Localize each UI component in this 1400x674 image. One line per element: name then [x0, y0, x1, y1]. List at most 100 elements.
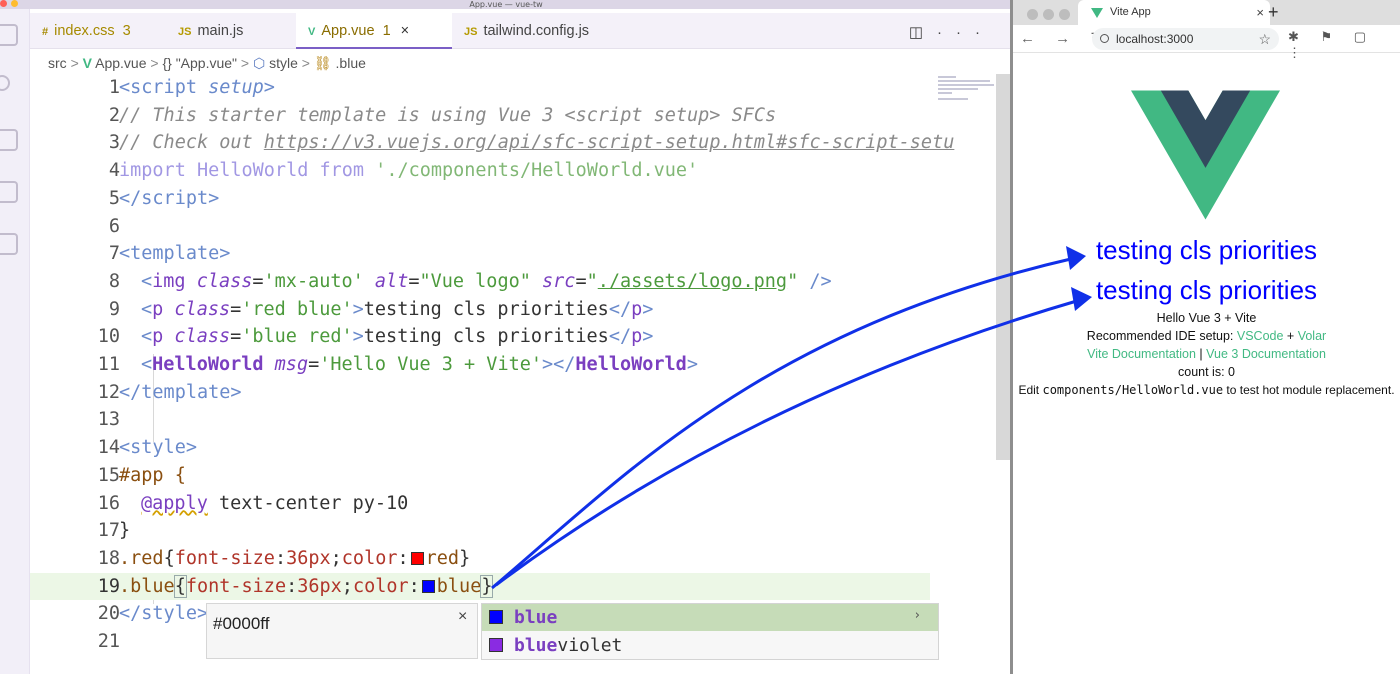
- line-number: 20: [97, 603, 120, 625]
- line-number: 7: [108, 243, 120, 265]
- color-swatch-icon: [489, 610, 503, 624]
- tab-tailwind-config[interactable]: JS tailwind.config.js: [452, 13, 618, 49]
- breadcrumb-src[interactable]: src: [48, 55, 67, 71]
- code-line[interactable]: 11 <HelloWorld msg='Hello Vue 3 + Vite'><…: [30, 351, 930, 379]
- code-line[interactable]: 12 </template>: [30, 379, 930, 407]
- breadcrumb-style[interactable]: style: [269, 55, 298, 71]
- line-number: 13: [97, 409, 120, 431]
- line-number: 17: [97, 520, 120, 542]
- line-number: 16: [97, 492, 120, 514]
- browser-tabstrip: Vite App × +: [1013, 0, 1400, 25]
- chevron-right-icon: >: [240, 55, 250, 71]
- line-number: 2: [108, 104, 120, 126]
- traffic-lights[interactable]: [0, 0, 22, 9]
- line-number: 12: [97, 381, 120, 403]
- color-swatch-blue[interactable]: [421, 579, 435, 593]
- vue-docs-link[interactable]: Vue 3 Documentation: [1206, 347, 1326, 361]
- close-icon[interactable]: ×: [458, 608, 467, 626]
- more-actions-icon[interactable]: ···: [937, 24, 994, 41]
- count-button[interactable]: count is: 0: [1013, 363, 1400, 381]
- vscode-link[interactable]: VSCode: [1237, 329, 1284, 343]
- code-line[interactable]: 7 <template>: [30, 240, 930, 268]
- editor-tabs: # index.css 3 JS main.js V App.vue 1 × JS tailw…: [30, 13, 1012, 49]
- line-number: 15: [97, 464, 120, 486]
- browser-toolbar: ← → ↻ localhost:3000 ☆ ✱ ⚑ ▢ ⋮: [1013, 25, 1400, 60]
- extensions-icon[interactable]: [0, 233, 18, 255]
- tab-label: tailwind.config.js: [483, 23, 590, 39]
- ide-setup-text: Recommended IDE setup: VSCode + Volar: [1086, 329, 1327, 343]
- cube-icon: ⬡: [252, 55, 266, 71]
- bookmark-star-icon[interactable]: ☆: [1258, 28, 1271, 50]
- color-swatch-icon: [489, 638, 503, 652]
- run-debug-icon[interactable]: [0, 181, 18, 203]
- code-line[interactable]: 3// Check out https://v3.vuejs.org/api/s…: [30, 129, 955, 157]
- extension-icons[interactable]: ✱ ⚑ ▢ ⋮: [1288, 29, 1400, 61]
- problem-count: 1: [382, 23, 391, 39]
- vite-docs-link[interactable]: Vite Documentation: [1087, 347, 1196, 361]
- tab-label: App.vue: [321, 23, 375, 39]
- traffic-lights[interactable]: [1027, 7, 1075, 25]
- chevron-right-icon[interactable]: ›: [915, 602, 920, 629]
- edit-hint: Edit components/HelloWorld.vue to test h…: [1018, 383, 1395, 397]
- browser-window: Vite App × + ← → ↻ localhost:3000 ☆ ✱ ⚑ ▢ …: [1013, 0, 1400, 674]
- comment-link[interactable]: https://v3.vuejs.org/api/sfc-script-setu…: [264, 132, 955, 153]
- code-line[interactable]: 4 import HelloWorld from './components/He…: [30, 157, 930, 185]
- line-number: 10: [97, 326, 120, 348]
- tab-label: main.js: [197, 23, 244, 39]
- explorer-icon[interactable]: [0, 24, 18, 46]
- asset-link[interactable]: ./assets/logo.png: [598, 271, 787, 292]
- js-file-icon: JS: [178, 26, 192, 38]
- autocomplete-list: blue › blueviolet: [481, 603, 939, 660]
- suggestion-item-blueviolet[interactable]: blueviolet: [482, 632, 938, 659]
- line-number: 5: [108, 187, 120, 209]
- chevron-right-icon: >: [301, 55, 310, 71]
- tab-app-vue[interactable]: V App.vue 1 ×: [296, 13, 452, 49]
- code-line[interactable]: 1 <script setup>: [30, 74, 930, 102]
- suggestion-item-blue[interactable]: blue ›: [482, 604, 938, 631]
- apply-directive: @apply: [141, 492, 208, 514]
- hover-color-value: #0000ff: [213, 614, 270, 633]
- code-line[interactable]: 9 <p class='red blue'>testing cls priorit…: [30, 296, 930, 324]
- line-number: 19: [97, 575, 120, 597]
- code-line[interactable]: 17}: [30, 517, 930, 545]
- breadcrumb-module[interactable]: {} "App.vue": [162, 55, 237, 71]
- code-line[interactable]: 13: [30, 406, 930, 434]
- line-number: 3: [108, 132, 120, 154]
- line-number: 1: [108, 77, 120, 98]
- volar-link[interactable]: Volar: [1298, 329, 1327, 343]
- problem-count: 3: [122, 23, 131, 39]
- code-line[interactable]: 8 <img class='mx-auto' alt="Vue logo" src…: [30, 268, 930, 296]
- code-line[interactable]: 16 @apply text-center py-10: [30, 490, 930, 518]
- code-line[interactable]: 14 <style>: [30, 434, 930, 462]
- code-line[interactable]: 2// This starter template is using Vue 3…: [30, 102, 930, 130]
- tab-index-css[interactable]: # index.css 3: [30, 13, 166, 49]
- close-tab-icon[interactable]: ×: [401, 23, 409, 39]
- vertical-scrollbar[interactable]: [996, 74, 1010, 460]
- color-swatch-red[interactable]: [410, 551, 424, 565]
- address-bar[interactable]: localhost:3000 ☆: [1092, 28, 1279, 50]
- breadcrumb-file[interactable]: App.vue: [95, 55, 146, 71]
- code-line[interactable]: 15 #app {: [30, 462, 930, 490]
- blue-red-paragraph: testing cls priorities: [1095, 275, 1318, 305]
- vscode-window: App.vue — vue-tw # index.css 3 JS main.js V…: [0, 0, 1012, 674]
- search-icon[interactable]: [0, 75, 10, 91]
- window-title: App.vue — vue-tw: [469, 0, 543, 9]
- close-icon[interactable]: ×: [1256, 0, 1264, 25]
- new-tab-icon[interactable]: +: [1268, 0, 1279, 25]
- source-control-icon[interactable]: [0, 129, 18, 151]
- breadcrumb-selector[interactable]: .blue: [336, 55, 366, 71]
- chevron-right-icon: >: [70, 55, 79, 71]
- info-icon[interactable]: [1100, 34, 1109, 43]
- code-line[interactable]: 10 <p class='blue red'>testing cls priori…: [30, 323, 930, 351]
- code-line[interactable]: 5 </script>: [30, 185, 930, 213]
- code-line[interactable]: 6: [30, 213, 930, 241]
- browser-tab[interactable]: Vite App ×: [1078, 0, 1270, 25]
- selector-icon: ⛓: [313, 55, 332, 71]
- split-editor-icon[interactable]: ◫: [909, 24, 937, 41]
- chevron-right-icon: >: [150, 55, 159, 71]
- code-line[interactable]: 18 .red{font-size:36px;color: red}: [30, 545, 930, 573]
- code-line-current[interactable]: 19 .blue{font-size:36px;color: blue}: [30, 572, 930, 601]
- line-number: 4: [108, 160, 120, 182]
- tab-main-js[interactable]: JS main.js: [166, 13, 296, 49]
- minimap[interactable]: [938, 74, 996, 104]
